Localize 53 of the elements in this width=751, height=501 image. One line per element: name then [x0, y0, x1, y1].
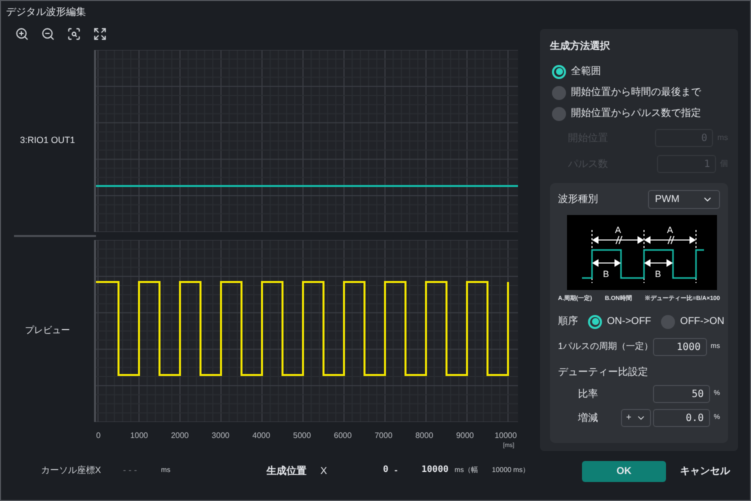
- axis-tick-label: 3000: [210, 430, 230, 442]
- diagram-label: A: [667, 225, 673, 235]
- field-label: 1パルスの周期（一定）: [558, 340, 654, 354]
- section-title: デューティー比設定: [558, 366, 648, 380]
- cursor-label: カーソル座標X: [41, 464, 102, 478]
- window-title: デジタル波形編集: [5, 6, 87, 20]
- radio-button[interactable]: [661, 314, 676, 328]
- axis-tick-label: 6000: [332, 430, 353, 442]
- channel-label: プレビュー: [25, 324, 70, 338]
- axis-tick-label: 5000: [292, 430, 312, 442]
- field-label: 波形種別: [558, 192, 598, 207]
- radio-button[interactable]: [552, 106, 566, 120]
- section-title: 生成方法選択: [550, 39, 610, 54]
- diagram-label: B: [603, 269, 609, 279]
- waveform-type-dropdown[interactable]: PWM: [648, 190, 720, 209]
- axis-tick-label: 4000: [251, 430, 272, 442]
- zoom-out-icon[interactable]: [40, 26, 56, 42]
- field-label: 順序: [558, 314, 578, 329]
- radio-label: 開始位置から時間の最後まで: [571, 86, 701, 100]
- radio-label: OFF->ON: [680, 315, 724, 329]
- radio-button[interactable]: [588, 314, 602, 328]
- diagram-label: A: [615, 225, 621, 235]
- field-label: 比率: [577, 388, 599, 402]
- axis-tick-label: 9000: [455, 430, 475, 442]
- number-field[interactable]: 50: [652, 385, 710, 403]
- radio-button[interactable]: [552, 86, 566, 100]
- axis-tick-label: 8000: [414, 430, 434, 442]
- axis-tick-label: 2000: [170, 430, 190, 442]
- axis-tick-label: 10000: [494, 430, 518, 442]
- axis-label: X: [320, 464, 328, 478]
- diagram-label: B: [655, 269, 661, 279]
- field-label: 増減: [577, 412, 599, 426]
- axis-tick-label: 0: [95, 430, 102, 442]
- axis-tick-label: 7000: [374, 430, 394, 442]
- radio-label: 開始位置からパルス数で指定: [571, 106, 701, 121]
- sign-dropdown[interactable]: +: [621, 409, 651, 427]
- range-start: 0: [383, 464, 388, 478]
- radio-button[interactable]: [552, 64, 566, 78]
- zoom-in-icon[interactable]: [14, 26, 30, 42]
- range-separator: -: [394, 464, 398, 478]
- number-field[interactable]: 1000: [653, 338, 707, 356]
- channel-label: 3:RIO1 OUT1: [20, 134, 75, 148]
- range-end: 10000: [421, 464, 449, 478]
- ok-button[interactable]: OK: [582, 460, 666, 482]
- range-label: 生成位置: [266, 464, 306, 478]
- cursor-value: - - -: [123, 464, 138, 478]
- radio-label: ON->OFF: [607, 315, 652, 329]
- expand-icon[interactable]: [92, 26, 108, 42]
- zoom-fit-icon[interactable]: [66, 26, 82, 42]
- cancel-button[interactable]: キャンセル: [680, 464, 730, 478]
- axis-tick-label: 1000: [129, 430, 149, 442]
- radio-label: 全範囲: [571, 65, 601, 79]
- number-field[interactable]: 0.0: [652, 409, 710, 427]
